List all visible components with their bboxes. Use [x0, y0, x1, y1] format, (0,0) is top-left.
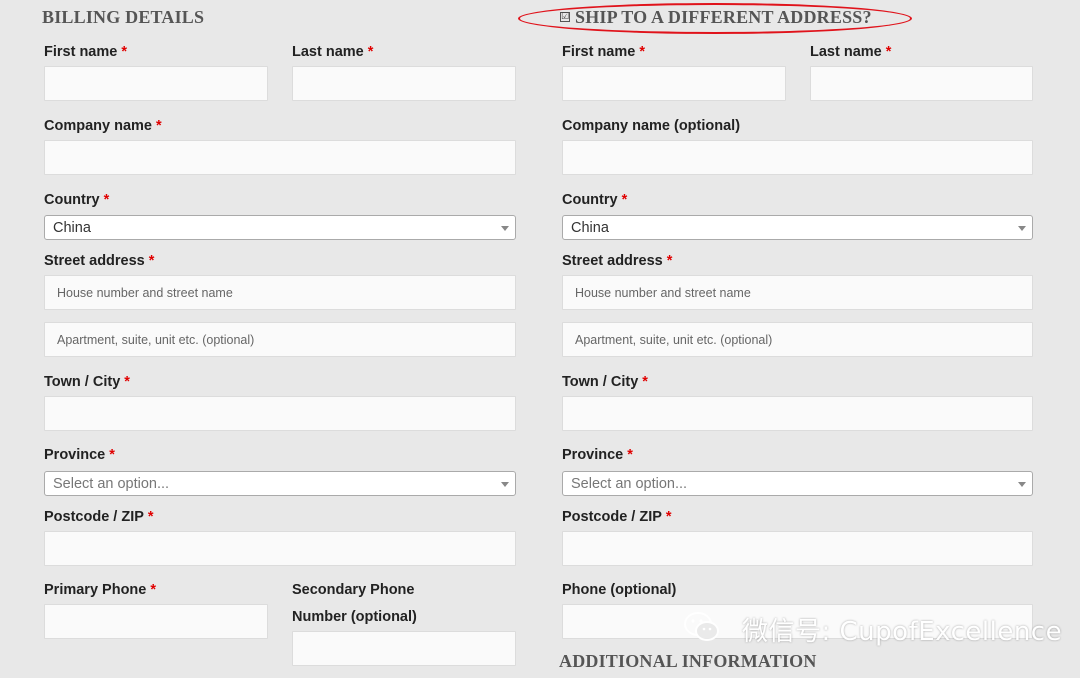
- shipping-city-field[interactable]: [562, 396, 1033, 431]
- shipping-first-name-input[interactable]: [563, 67, 785, 100]
- billing-primary-phone-field[interactable]: [44, 604, 268, 639]
- billing-street-label: Street address *: [44, 253, 155, 269]
- billing-secondary-phone-input[interactable]: [293, 632, 515, 665]
- billing-last-name-field[interactable]: [292, 66, 516, 101]
- billing-city-input[interactable]: [45, 397, 515, 430]
- billing-province-label: Province *: [44, 447, 115, 463]
- ship-different-checkbox[interactable]: ☑: [560, 12, 570, 22]
- shipping-province-select[interactable]: Select an option...: [562, 471, 1033, 496]
- billing-secondary-phone-label-line2: Number (optional): [292, 609, 417, 625]
- billing-primary-phone-label: Primary Phone *: [44, 582, 156, 598]
- billing-secondary-phone-label-line1: Secondary Phone: [292, 582, 415, 598]
- billing-postcode-input[interactable]: [45, 532, 515, 565]
- shipping-province-label: Province *: [562, 447, 633, 463]
- ship-different-title[interactable]: SHIP TO A DIFFERENT ADDRESS?: [575, 7, 872, 28]
- shipping-country-label: Country *: [562, 192, 628, 208]
- shipping-phone-label: Phone (optional): [562, 582, 677, 598]
- shipping-city-input[interactable]: [563, 397, 1032, 430]
- billing-apartment-input[interactable]: [45, 323, 515, 356]
- billing-last-name-input[interactable]: [293, 67, 515, 100]
- chevron-down-icon: [1018, 226, 1026, 231]
- shipping-last-name-label: Last name *: [810, 44, 892, 60]
- billing-company-input[interactable]: [45, 141, 515, 174]
- billing-primary-phone-input[interactable]: [45, 605, 267, 638]
- shipping-country-select[interactable]: China: [562, 215, 1033, 240]
- shipping-street-label: Street address *: [562, 253, 673, 269]
- billing-province-placeholder: Select an option...: [53, 476, 170, 492]
- billing-company-label: Company name *: [44, 118, 162, 134]
- billing-first-name-label: First name *: [44, 44, 127, 60]
- chevron-down-icon: [1018, 482, 1026, 487]
- billing-last-name-label: Last name *: [292, 44, 374, 60]
- billing-secondary-phone-field[interactable]: [292, 631, 516, 666]
- billing-street-field[interactable]: [44, 275, 516, 310]
- chevron-down-icon: [501, 482, 509, 487]
- shipping-apartment-field[interactable]: [562, 322, 1033, 357]
- billing-city-label: Town / City *: [44, 374, 130, 390]
- billing-country-select[interactable]: China: [44, 215, 516, 240]
- shipping-apartment-input[interactable]: [563, 323, 1032, 356]
- billing-apartment-field[interactable]: [44, 322, 516, 357]
- chevron-down-icon: [501, 226, 509, 231]
- billing-street-input[interactable]: [45, 276, 515, 309]
- additional-information-title: ADDITIONAL INFORMATION: [559, 651, 817, 671]
- shipping-street-input[interactable]: [563, 276, 1032, 309]
- billing-first-name-input[interactable]: [45, 67, 267, 100]
- billing-postcode-label: Postcode / ZIP *: [44, 509, 154, 525]
- billing-postcode-field[interactable]: [44, 531, 516, 566]
- shipping-first-name-label: First name *: [562, 44, 645, 60]
- billing-province-select[interactable]: Select an option...: [44, 471, 516, 496]
- billing-city-field[interactable]: [44, 396, 516, 431]
- watermark-text: 微信号: CupofExcellence: [742, 617, 1063, 647]
- shipping-last-name-input[interactable]: [811, 67, 1032, 100]
- shipping-country-value: China: [571, 220, 609, 236]
- shipping-province-placeholder: Select an option...: [571, 476, 688, 492]
- shipping-postcode-field[interactable]: [562, 531, 1033, 566]
- shipping-first-name-field[interactable]: [562, 66, 786, 101]
- shipping-city-label: Town / City *: [562, 374, 648, 390]
- shipping-street-field[interactable]: [562, 275, 1033, 310]
- shipping-postcode-label: Postcode / ZIP *: [562, 509, 672, 525]
- billing-first-name-field[interactable]: [44, 66, 268, 101]
- shipping-company-field[interactable]: [562, 140, 1033, 175]
- billing-company-field[interactable]: [44, 140, 516, 175]
- shipping-postcode-input[interactable]: [563, 532, 1032, 565]
- shipping-company-input[interactable]: [563, 141, 1032, 174]
- billing-country-value: China: [53, 220, 91, 236]
- wechat-icon: [683, 610, 721, 644]
- billing-country-label: Country *: [44, 192, 110, 208]
- shipping-company-label: Company name (optional): [562, 118, 741, 134]
- billing-details-title: BILLING DETAILS: [42, 7, 205, 27]
- shipping-last-name-field[interactable]: [810, 66, 1033, 101]
